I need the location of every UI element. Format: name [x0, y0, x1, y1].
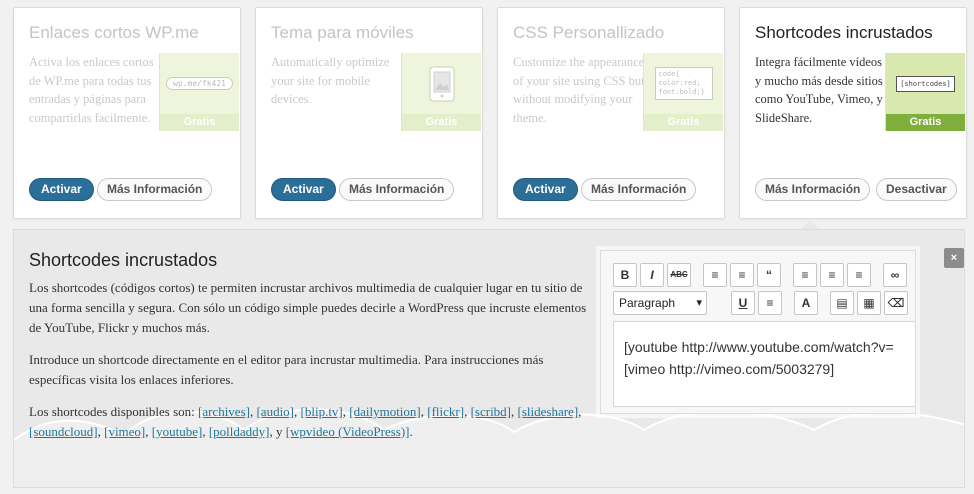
free-badge: Gratis — [402, 114, 481, 131]
more-info-button[interactable]: Más Información — [755, 178, 871, 201]
more-info-button[interactable]: Más Información — [339, 178, 455, 201]
toolbar-separator — [874, 263, 880, 287]
italic-icon[interactable]: I — [640, 263, 664, 287]
card-thumbnail: wp.me/fk421 Gratis — [159, 53, 239, 131]
format-select[interactable]: Paragraph — [613, 291, 707, 315]
module-card-wpme: Enlaces cortos WP.me Activa los enlaces … — [13, 7, 241, 219]
code-icon: code{ color:red; font:bold;} — [644, 53, 723, 114]
free-badge: Gratis — [644, 114, 723, 131]
paste-text-icon[interactable]: ▤ — [830, 291, 854, 315]
editor-line: [youtube http://www.youtube.com/watch?v= — [624, 339, 894, 355]
shortcode-link[interactable]: [wpvideo (VideoPress)] — [286, 424, 410, 439]
shortcode-link[interactable]: [archives] — [198, 404, 250, 419]
card-title: CSS Personallizado — [513, 23, 665, 42]
link-icon: wp.me/fk421 — [160, 53, 239, 114]
activate-button[interactable]: Activar — [271, 178, 336, 201]
text-color-icon[interactable]: A — [794, 291, 818, 315]
shortcodes-icon: [shortcodes] — [886, 53, 965, 114]
toolbar-separator — [785, 291, 791, 315]
activate-button[interactable]: Activar — [513, 178, 578, 201]
toolbar-row: Paragraph U≡ A ▤▦⌫ — [613, 291, 913, 315]
numbered-list-icon[interactable]: ≡ — [730, 263, 754, 287]
align-right-icon[interactable]: ≡ — [847, 263, 871, 287]
panel-paragraph: Introduce un shortcode directamente en e… — [29, 352, 544, 387]
toolbar-separator — [784, 263, 790, 287]
shortcode-link[interactable]: [blip.tv] — [301, 404, 343, 419]
close-icon[interactable]: × — [944, 248, 964, 268]
editor-preview: BIABC≡≡“≡≡≡∞ Paragraph U≡A▤▦⌫ [youtube h… — [600, 250, 916, 414]
shortcode-link[interactable]: [dailymotion] — [349, 404, 421, 419]
shortcode-link[interactable]: [flickr] — [427, 404, 464, 419]
bullet-list-icon[interactable]: ≡ — [703, 263, 727, 287]
card-title: Tema para móviles — [271, 23, 414, 42]
card-thumbnail: Gratis — [401, 53, 481, 131]
strikethrough-icon[interactable]: ABC — [667, 263, 691, 287]
link-icon[interactable]: ∞ — [883, 263, 907, 287]
bold-icon[interactable]: B — [613, 263, 637, 287]
card-description: Integra fácilmente vídeos y mucho más de… — [755, 55, 883, 125]
module-card-shortcodes: Shortcodes incrustados Integra fácilment… — [739, 7, 967, 219]
shortcode-link[interactable]: [youtube] — [152, 424, 203, 439]
panel-title: Shortcodes incrustados — [29, 250, 218, 270]
module-card-custom-css: CSS Personallizado Customize the appeara… — [497, 7, 725, 219]
shortcode-link[interactable]: [soundcloud] — [29, 424, 98, 439]
tablet-icon — [402, 53, 481, 114]
chevron-down-icon — [710, 291, 728, 315]
more-info-button[interactable]: Más Información — [97, 178, 213, 201]
editor-line: [vimeo http://vimeo.com/5003279] — [624, 361, 835, 377]
card-description: Customize the appearance of your site us… — [513, 55, 645, 125]
card-title: Shortcodes incrustados — [755, 23, 933, 42]
paste-word-icon[interactable]: ▦ — [857, 291, 881, 315]
shortcodes-list: Los shortcodes disponibles son: [archive… — [29, 404, 582, 439]
free-badge: Gratis — [886, 114, 965, 131]
underline-icon[interactable]: U — [731, 291, 755, 315]
card-thumbnail: [shortcodes] Gratis — [885, 53, 965, 131]
module-card-mobile-theme: Tema para móviles Automatically optimize… — [255, 7, 483, 219]
card-thumbnail: code{ color:red; font:bold;} Gratis — [643, 53, 723, 131]
activate-button[interactable]: Activar — [29, 178, 94, 201]
align-center-icon[interactable]: ≡ — [820, 263, 844, 287]
panel-paragraph: Los shortcodes (códigos cortos) te permi… — [29, 280, 587, 335]
justify-icon[interactable]: ≡ — [758, 291, 782, 315]
shortcode-link[interactable]: [vimeo] — [104, 424, 145, 439]
panel-body: Los shortcodes (códigos cortos) te permi… — [29, 278, 594, 454]
editor-content[interactable]: [youtube http://www.youtube.com/watch?v=… — [613, 321, 915, 407]
card-title: Enlaces cortos WP.me — [29, 23, 199, 42]
shortcode-link[interactable]: [slideshare] — [518, 404, 579, 419]
card-description: Automatically optimize your site for mob… — [271, 55, 390, 106]
shortcode-link[interactable]: [audio] — [256, 404, 294, 419]
card-description: Activa los enlaces cortos de WP.me para … — [29, 55, 154, 125]
shortcode-link[interactable]: [scribd] — [471, 404, 511, 419]
deactivate-button[interactable]: Desactivar — [876, 178, 957, 201]
shortcode-link[interactable]: [polldaddy] — [209, 424, 270, 439]
blockquote-icon[interactable]: “ — [757, 263, 781, 287]
free-badge: Gratis — [160, 114, 239, 131]
toolbar-row: B I ABC ≡ ≡ “≡ ≡ ≡ ∞ — [613, 263, 913, 287]
toolbar-separator — [694, 263, 700, 287]
more-info-button[interactable]: Más Información — [581, 178, 697, 201]
editor-toolbar: BIABC≡≡“≡≡≡∞ Paragraph U≡A▤▦⌫ — [613, 263, 913, 319]
clear-format-icon[interactable]: ⌫ — [884, 291, 908, 315]
align-left-icon[interactable]: ≡ — [793, 263, 817, 287]
toolbar-separator — [821, 291, 827, 315]
